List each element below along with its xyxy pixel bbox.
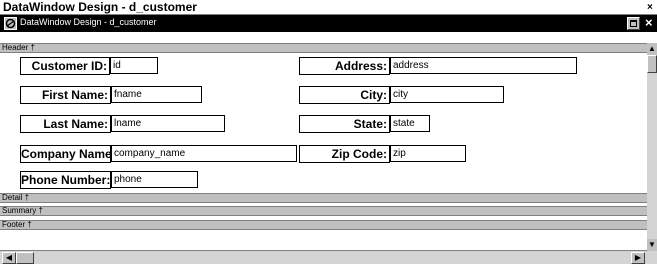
- document-title: DataWindow Design - d_customer: [20, 17, 157, 27]
- phone-number-label[interactable]: Phone Number:: [20, 171, 111, 189]
- address-field[interactable]: address: [390, 57, 577, 74]
- first-name-field[interactable]: fname: [111, 86, 202, 103]
- document-title-bar: DataWindow Design - d_customer ×: [0, 15, 657, 32]
- window-title: DataWindow Design - d_customer: [3, 0, 197, 14]
- last-name-label[interactable]: Last Name:: [20, 115, 111, 133]
- outer-title-bar: DataWindow Design - d_customer ×: [0, 0, 657, 15]
- state-label[interactable]: State:: [299, 115, 390, 133]
- band-footer[interactable]: Footer †: [0, 220, 647, 230]
- horizontal-scrollbar[interactable]: ◀ ▶: [0, 250, 647, 264]
- horizontal-scroll-thumb[interactable]: [16, 252, 34, 264]
- band-summary[interactable]: Summary †: [0, 206, 647, 216]
- company-name-field[interactable]: company_name: [111, 145, 297, 162]
- vertical-scroll-thumb[interactable]: [647, 55, 657, 73]
- zip-code-label[interactable]: Zip Code:: [299, 145, 390, 163]
- last-name-field[interactable]: lname: [111, 115, 225, 132]
- company-name-label[interactable]: Company Name:: [20, 145, 111, 163]
- address-label[interactable]: Address:: [299, 57, 390, 75]
- datawindow-icon[interactable]: [4, 17, 17, 30]
- zip-code-field[interactable]: zip: [390, 145, 466, 162]
- vertical-scrollbar[interactable]: ▲ ▼: [647, 43, 657, 264]
- city-field[interactable]: city: [390, 86, 504, 103]
- customer-id-field[interactable]: id: [110, 57, 158, 74]
- scroll-right-icon[interactable]: ▶: [631, 252, 645, 264]
- restore-icon[interactable]: [627, 17, 640, 30]
- outer-close-icon[interactable]: ×: [647, 2, 657, 13]
- scroll-down-icon[interactable]: ▼: [647, 239, 657, 251]
- band-detail[interactable]: Detail †: [0, 193, 647, 203]
- scroll-up-icon[interactable]: ▲: [647, 43, 657, 55]
- state-field[interactable]: state: [390, 115, 430, 132]
- customer-id-label[interactable]: Customer ID:: [20, 57, 110, 75]
- first-name-label[interactable]: First Name:: [20, 86, 111, 104]
- scroll-left-icon[interactable]: ◀: [2, 252, 16, 264]
- phone-number-field[interactable]: phone: [111, 171, 198, 188]
- city-label[interactable]: City:: [299, 86, 390, 104]
- document-close-icon[interactable]: ×: [645, 16, 657, 30]
- band-header[interactable]: Header †: [0, 43, 647, 53]
